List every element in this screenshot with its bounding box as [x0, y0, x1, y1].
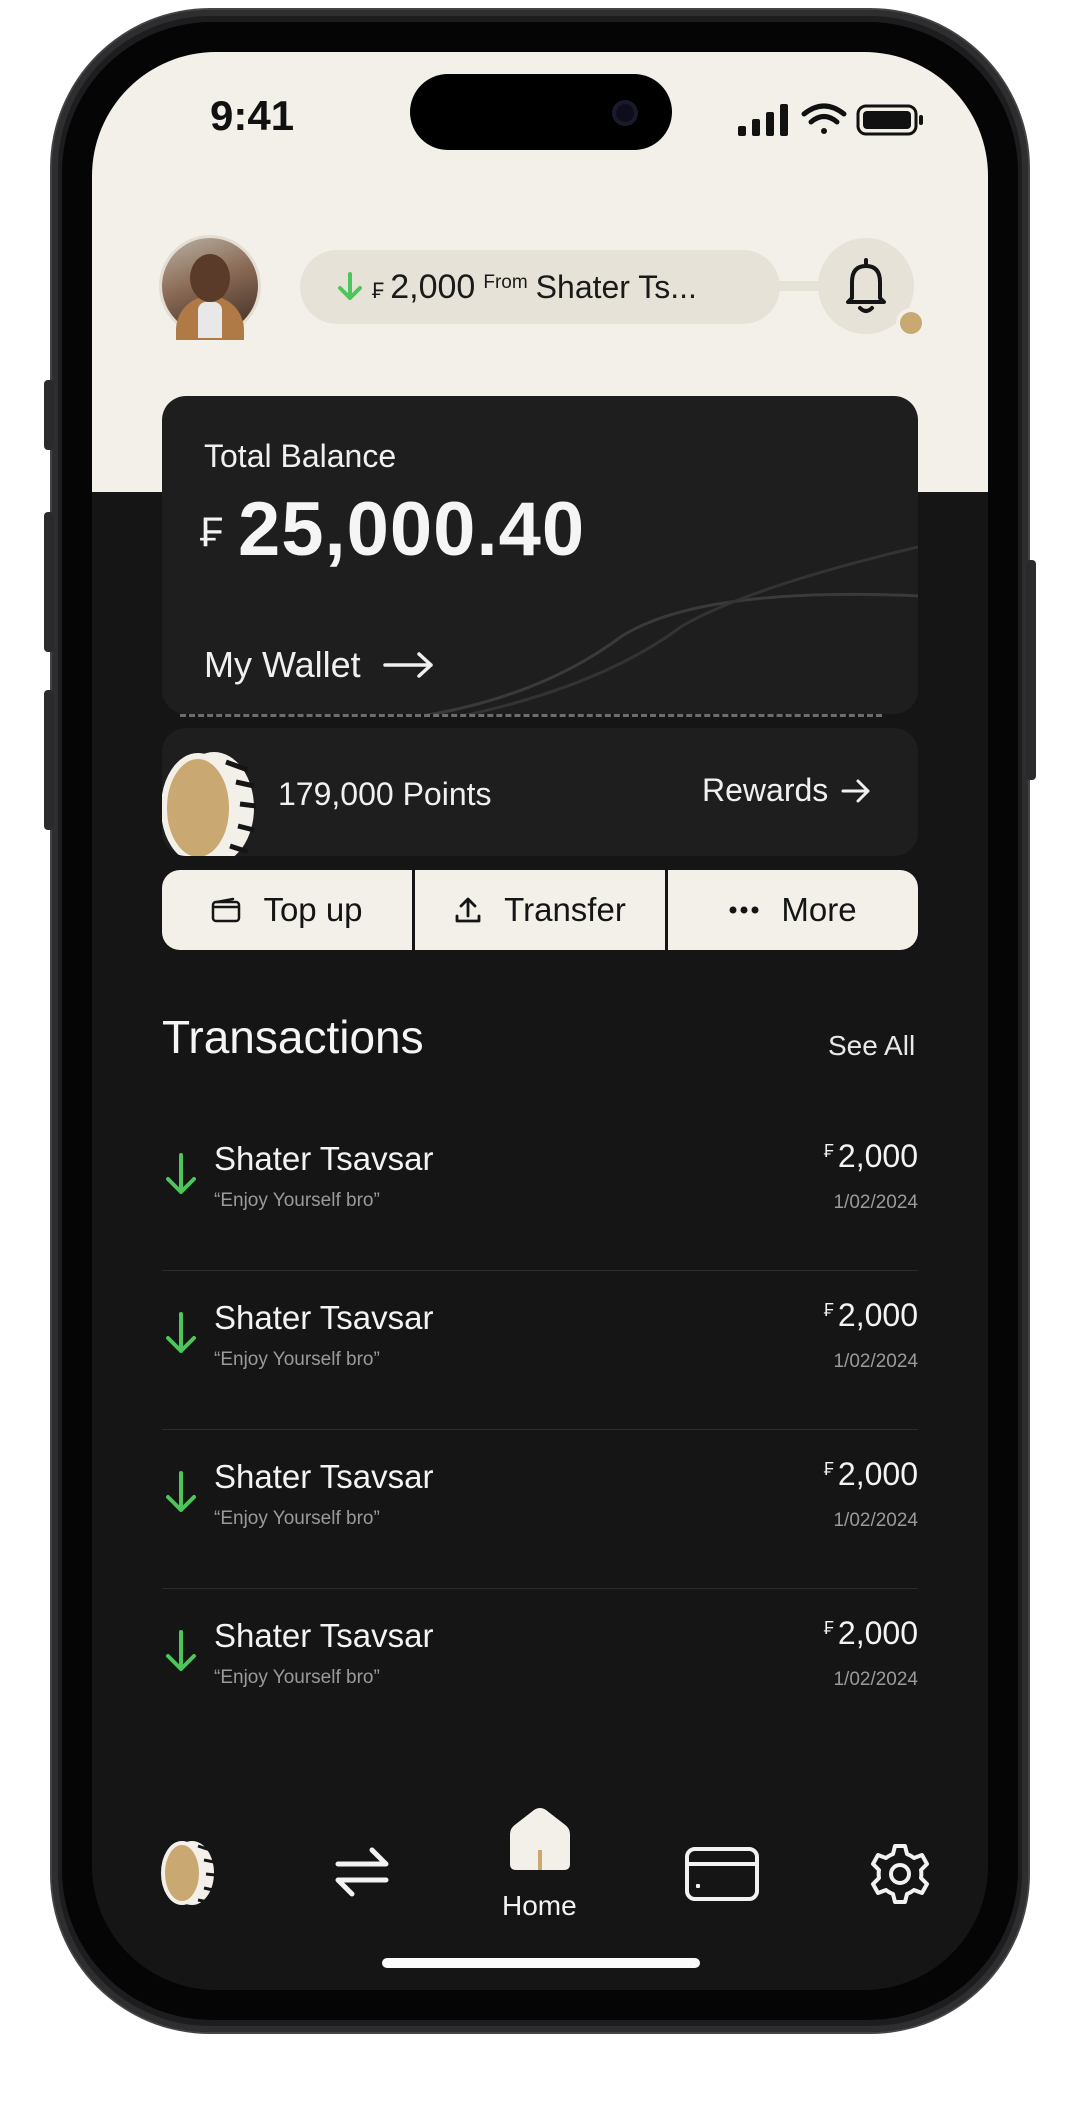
transactions-list: Shater Tsavsar “Enjoy Yourself bro” ₣ 2,0…	[162, 1112, 918, 1747]
transaction-amount-value: 2,000	[837, 1297, 918, 1333]
arrow-down-icon	[338, 272, 362, 300]
status-icons	[738, 103, 923, 136]
pill-connector	[778, 281, 822, 291]
my-wallet-link[interactable]: My Wallet	[204, 644, 437, 686]
top-up-button[interactable]: Top up	[162, 870, 415, 950]
transaction-currency: ₣	[823, 1618, 834, 1638]
home-indicator[interactable]	[382, 1958, 700, 1968]
volume-down-button	[44, 690, 54, 830]
transaction-name: Shater Tsavsar	[214, 1458, 434, 1495]
wifi-icon	[801, 103, 847, 134]
transfer-button[interactable]: Transfer	[415, 870, 668, 950]
transfer-arrows-icon[interactable]	[332, 1844, 392, 1900]
home-icon[interactable]	[504, 1804, 576, 1876]
transaction-name: Shater Tsavsar	[214, 1617, 434, 1654]
arrow-down-icon	[166, 1471, 196, 1512]
transaction-memo: “Enjoy Yourself bro”	[214, 1190, 380, 1211]
coin-icon[interactable]	[152, 1838, 222, 1908]
transaction-amount: ₣ 2,000	[824, 1138, 918, 1175]
transaction-memo: “Enjoy Yourself bro”	[214, 1667, 380, 1688]
transaction-row[interactable]: Shater Tsavsar “Enjoy Yourself bro” ₣ 2,0…	[162, 1112, 918, 1271]
transaction-name: Shater Tsavsar	[214, 1140, 434, 1177]
status-time: 9:41	[210, 92, 295, 139]
rewards-label: Rewards	[702, 772, 829, 808]
my-wallet-label: My Wallet	[204, 644, 361, 685]
card-divider	[180, 714, 882, 717]
transaction-amount-value: 2,000	[837, 1456, 918, 1492]
transaction-date: 1/02/2024	[833, 1669, 918, 1690]
arrow-down-icon	[166, 1153, 196, 1194]
power-button	[1026, 560, 1036, 780]
transaction-currency: ₣	[823, 1459, 834, 1479]
balance-card: Total Balance ₣ 25,000.40 My Wallet	[162, 396, 918, 714]
cellular-signal-icon	[738, 104, 788, 136]
front-camera	[612, 100, 638, 126]
pill-currency: ₣	[372, 278, 385, 303]
transaction-amount-value: 2,000	[837, 1615, 918, 1651]
settings-gear-icon[interactable]	[868, 1842, 932, 1906]
transaction-row[interactable]: Shater Tsavsar “Enjoy Yourself bro” ₣ 2,0…	[162, 1430, 918, 1589]
transaction-currency: ₣	[823, 1300, 834, 1320]
volume-up-button	[44, 512, 54, 652]
battery-icon	[856, 104, 923, 136]
wallet-icon	[212, 897, 241, 923]
coin-icon	[162, 752, 257, 856]
transaction-amount: ₣ 2,000	[824, 1297, 918, 1334]
transaction-currency: ₣	[823, 1141, 834, 1161]
points-balance: 179,000 Points	[278, 776, 492, 812]
transaction-name: Shater Tsavsar	[214, 1299, 434, 1336]
see-all-link[interactable]: See All	[828, 1030, 915, 1062]
notification-badge	[900, 312, 922, 334]
transactions-title: Transactions	[162, 1011, 424, 1063]
upload-icon	[455, 897, 481, 923]
transaction-amount: ₣ 2,000	[824, 1456, 918, 1493]
avatar[interactable]	[162, 238, 258, 340]
arrow-right-icon	[382, 652, 433, 678]
balance-amount: 25,000.40	[238, 487, 586, 572]
transaction-date: 1/02/2024	[833, 1510, 918, 1531]
pill-sender-name: Shater Ts...	[535, 268, 697, 305]
arrow-right-icon	[841, 779, 870, 802]
arrow-down-icon	[166, 1630, 196, 1671]
quick-actions: Top up Transfer More	[162, 870, 918, 950]
pill-amount: 2,000	[390, 267, 476, 306]
transaction-memo: “Enjoy Yourself bro”	[214, 1349, 380, 1370]
transfer-label: Transfer	[504, 891, 626, 928]
more-button[interactable]: More	[668, 870, 918, 950]
transaction-amount-value: 2,000	[837, 1138, 918, 1174]
more-dots-icon	[729, 906, 759, 914]
balance-currency: ₣	[200, 508, 224, 555]
transaction-row[interactable]: Shater Tsavsar “Enjoy Yourself bro” ₣ 2,0…	[162, 1271, 918, 1430]
points-card[interactable]: 179,000 Points Rewards	[162, 728, 918, 856]
mute-switch	[44, 380, 54, 450]
top-up-label: Top up	[263, 891, 363, 928]
pill-from-label: From	[483, 272, 528, 293]
more-label: More	[781, 891, 857, 928]
home-label: Home	[502, 1890, 577, 1921]
transaction-date: 1/02/2024	[833, 1192, 918, 1213]
transaction-amount: ₣ 2,000	[824, 1615, 918, 1652]
rewards-link[interactable]: Rewards	[702, 772, 872, 809]
transaction-date: 1/02/2024	[833, 1351, 918, 1372]
arrow-down-icon	[166, 1312, 196, 1353]
transaction-memo: “Enjoy Yourself bro”	[214, 1508, 380, 1529]
total-balance-label: Total Balance	[204, 438, 397, 474]
transaction-row[interactable]: Shater Tsavsar “Enjoy Yourself bro” ₣ 2,0…	[162, 1589, 918, 1747]
screen: 9:41 ₣ 2,000 From Shater Ts... Total Bal…	[92, 52, 988, 1990]
incoming-notification-pill[interactable]: ₣ 2,000 From Shater Ts...	[300, 250, 780, 324]
card-icon[interactable]	[684, 1846, 760, 1902]
